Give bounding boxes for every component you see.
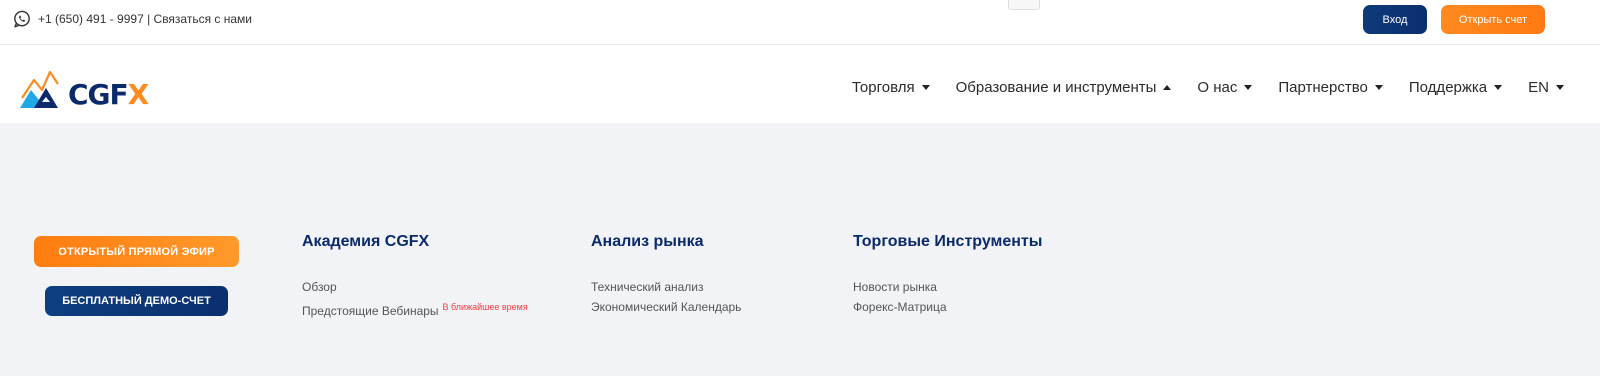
nav-item-support[interactable]: Поддержка <box>1408 79 1503 96</box>
logo-mountain-icon <box>20 70 59 108</box>
nav-item-trading[interactable]: Торговля <box>852 79 930 96</box>
column-title: Академия CGFX <box>302 233 430 250</box>
caret-down-icon <box>1374 85 1383 90</box>
nav-item-label: EN <box>1528 79 1549 96</box>
collapse-handle-icon[interactable] <box>1008 0 1040 10</box>
link-forex-matrix[interactable]: Форекс-Матрица <box>853 297 1042 317</box>
contact-text[interactable]: +1 (650) 491 - 9997 | Связаться с нами <box>38 12 252 26</box>
education-dropdown-panel: ОТКРЫТЫЙ ПРЯМОЙ ЭФИР БЕСПЛАТНЫЙ ДЕМО-СЧЕ… <box>0 123 1600 376</box>
link-economic-calendar[interactable]: Экономический Календарь <box>591 297 741 317</box>
logo-text: CGFX <box>68 78 150 111</box>
caret-down-icon <box>1556 85 1564 90</box>
nav-item-about[interactable]: О нас <box>1197 79 1253 96</box>
login-button[interactable]: Вход <box>1363 5 1427 34</box>
link-technical-analysis[interactable]: Технический анализ <box>591 277 741 297</box>
logo-text-x: X <box>127 78 150 111</box>
nav-item-label: Партнерство <box>1278 79 1368 96</box>
column-title: Торговые Инструменты <box>853 233 1043 250</box>
column-market-analysis: Анализ рынка Технический анализ Экономич… <box>591 233 741 317</box>
caret-up-icon <box>1163 85 1172 90</box>
nav-item-education-tools[interactable]: Образование и инструменты <box>956 79 1172 96</box>
nav-item-label: О нас <box>1197 79 1238 96</box>
caret-down-icon <box>921 85 930 90</box>
column-academy: Академия CGFX Обзор Предстоящие Вебинары… <box>302 233 528 321</box>
logo-text-main: CGF <box>68 78 129 111</box>
column-title: Анализ рынка <box>591 233 704 250</box>
link-label: Предстоящие Вебинары <box>302 304 439 318</box>
link-market-news[interactable]: Новости рынка <box>853 277 1042 297</box>
open-live-button[interactable]: ОТКРЫТЫЙ ПРЯМОЙ ЭФИР <box>34 236 239 267</box>
nav-item-language[interactable]: EN <box>1528 79 1564 96</box>
top-bar: +1 (650) 491 - 9997 | Связаться с нами В… <box>0 0 1600 45</box>
whatsapp-icon <box>14 10 30 28</box>
nav-item-label: Образование и инструменты <box>955 79 1157 96</box>
main-navbar: CGFX Торговля Образование и инструменты … <box>0 45 1600 123</box>
nav-item-label: Торговля <box>851 79 915 96</box>
contact-info[interactable]: +1 (650) 491 - 9997 | Связаться с нами <box>12 9 252 29</box>
nav-menu: Торговля Образование и инструменты О нас… <box>852 79 1564 96</box>
link-overview[interactable]: Обзор <box>302 277 528 297</box>
caret-down-icon <box>1494 85 1503 90</box>
link-upcoming-webinars[interactable]: Предстоящие Вебинары В ближайшее время <box>302 297 528 321</box>
free-demo-button[interactable]: БЕСПЛАТНЫЙ ДЕМО-СЧЕТ <box>45 286 228 316</box>
caret-down-icon <box>1244 85 1253 90</box>
nav-item-partnership[interactable]: Партнерство <box>1278 79 1383 96</box>
column-trading-tools: Торговые Инструменты Новости рынка Форек… <box>853 233 1042 317</box>
cgfx-logo[interactable]: CGFX <box>20 68 150 111</box>
nav-item-label: Поддержка <box>1408 79 1488 96</box>
open-account-button[interactable]: Открыть счет <box>1441 5 1545 34</box>
coming-soon-badge: В ближайшее время <box>442 302 528 312</box>
